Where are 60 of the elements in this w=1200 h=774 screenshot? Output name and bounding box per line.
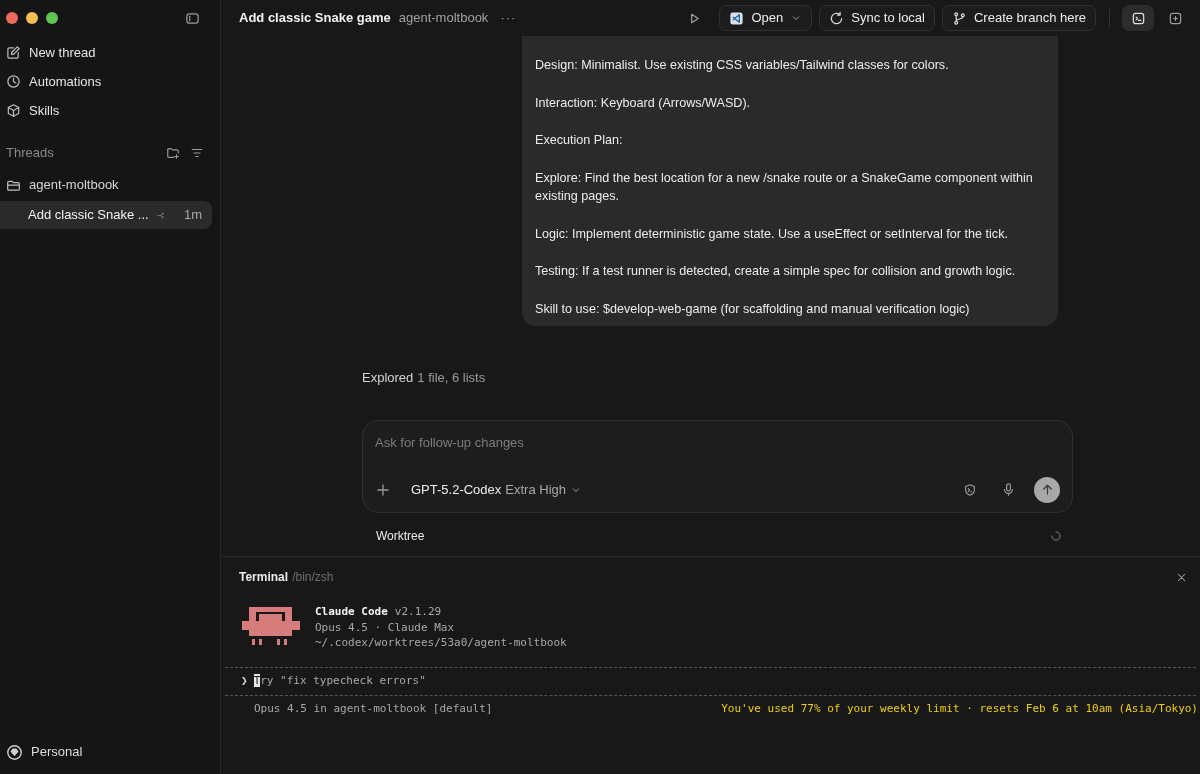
app-name: Claude Code: [315, 605, 388, 618]
status-text: Opus 4.5 in agent-moltbook [default]: [254, 700, 494, 717]
branch-icon: [952, 10, 967, 26]
code-editor-icon: [729, 10, 745, 26]
shell-path: /bin/zsh: [292, 569, 335, 586]
nav-item[interactable]: Automations: [0, 67, 220, 96]
header-button[interactable]: Create branch here: [942, 5, 1096, 31]
usage-warning: You've used 77% of your weekly limit · resets Feb 6 at 10am (Asia/Tokyo): [721, 700, 1198, 717]
app-version: v2.1.29: [394, 605, 442, 618]
thread-item[interactable]: Add classic Snake ... 1m: [0, 201, 212, 229]
section-heading: Threads: [6, 144, 55, 163]
more-button[interactable]: ···: [500, 8, 517, 28]
terminal-icon: [1130, 10, 1146, 26]
compose-icon: [6, 45, 21, 60]
message-paragraph: Skill to use: $develop-web-game (for scaffolding and manual verification logic): [535, 300, 971, 318]
terminal-toggle-button[interactable]: [1122, 5, 1154, 31]
activity-detail: 1 file, 6 lists: [417, 369, 486, 387]
nav-item[interactable]: Skills: [0, 96, 220, 125]
thread-title: Add classic Snake ...: [28, 206, 149, 225]
shield-terminal-icon: [963, 482, 977, 497]
message-paragraph: Testing: If a test runner is detected, create a simple spec for collision and growth logic.: [535, 263, 1017, 280]
activity-label: Explored: [362, 369, 414, 387]
account-icon: [6, 743, 23, 761]
project-name: agent-moltbook: [398, 9, 489, 28]
panel-icon: [1167, 10, 1183, 26]
header-button[interactable]: Open: [719, 5, 813, 31]
terminal-input[interactable]: Try "fix typecheck errors": [253, 673, 426, 689]
panel-title: Terminal: [239, 569, 289, 586]
minimize-window-button[interactable]: [26, 12, 38, 24]
message-input[interactable]: Ask for follow-up changes: [375, 432, 1060, 452]
account-button[interactable]: Personal: [0, 734, 220, 770]
nav-item[interactable]: New thread: [0, 38, 220, 67]
sandbox-button[interactable]: [963, 482, 977, 497]
message-paragraph: Explore: Find the best location for a new /snake route or a SnakeGame component within existing pages.: [535, 169, 1034, 205]
thread-time: 1m: [183, 206, 202, 225]
terminal-line: ~/.codex/worktrees/53a0/agent-moltbook: [315, 635, 567, 651]
close-window-button[interactable]: [6, 12, 18, 24]
message-paragraph: Design: Minimalist. Use existing CSS variables/Tailwind classes for colors.: [535, 57, 950, 74]
worktree-label: Worktree: [376, 527, 426, 545]
thread-title: Add classic Snake game: [239, 9, 391, 28]
send-button[interactable]: [1034, 476, 1060, 503]
cube-icon: [6, 103, 21, 118]
message-paragraph: Logic: Implement deterministic game state. Use a useEffect or setInterval for the tick.: [535, 225, 1009, 243]
message-paragraph: Execution Plan:: [535, 132, 624, 149]
clock-icon: [6, 74, 21, 89]
header-button[interactable]: Sync to local: [819, 5, 935, 31]
pixel-mascot-icon: [242, 607, 300, 648]
loading-spinner-icon: [1050, 529, 1062, 542]
microphone-button[interactable]: [1001, 482, 1016, 497]
project-folder[interactable]: agent-moltbook: [0, 171, 220, 199]
sidebar-toggle-icon: [185, 10, 200, 26]
filter-icon: [190, 146, 204, 160]
microphone-icon: [1001, 482, 1016, 497]
terminal-line: Opus 4.5 · Claude Max: [315, 619, 456, 635]
refresh-icon: [829, 10, 845, 26]
new-folder-icon: [166, 146, 180, 160]
message-paragraph: Interaction: Keyboard (Arrows/WASD).: [535, 94, 752, 112]
model-selector[interactable]: GPT-5.2-Codex Extra High: [411, 479, 583, 500]
prompt-symbol: ❯: [241, 673, 248, 689]
zoom-window-button[interactable]: [46, 12, 58, 24]
